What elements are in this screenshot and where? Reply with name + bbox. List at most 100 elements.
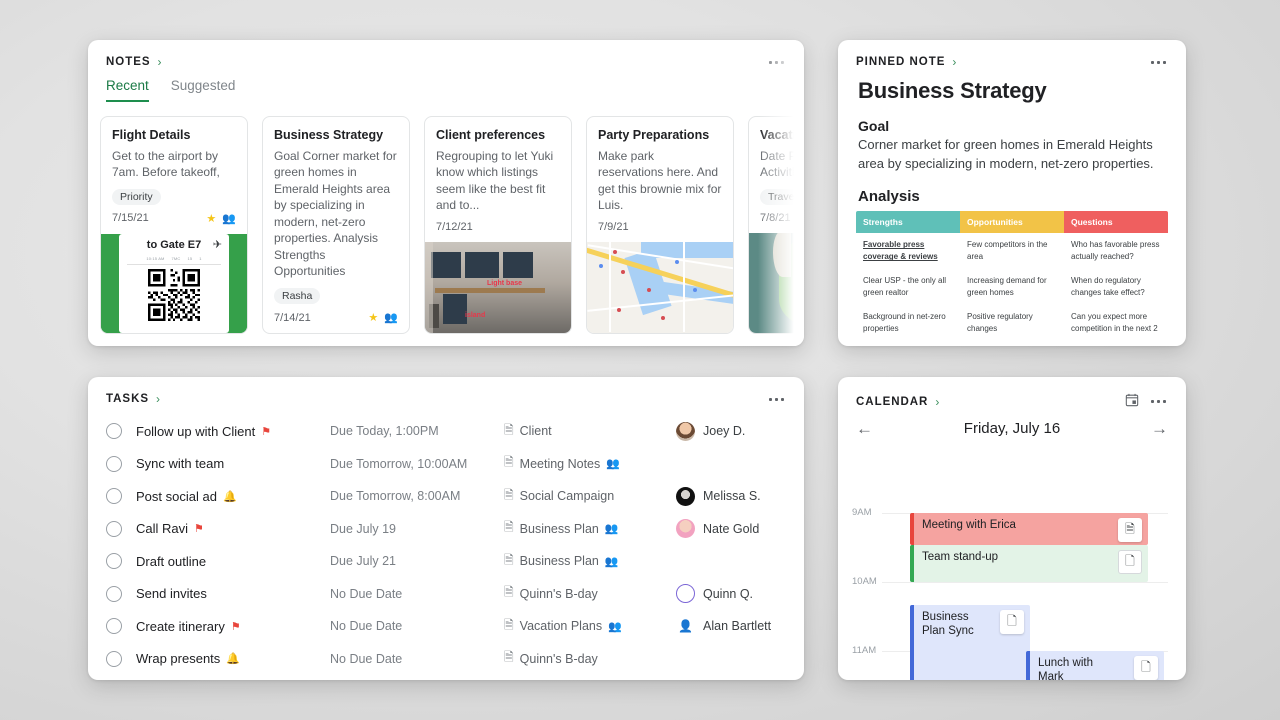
task-checkbox[interactable] bbox=[106, 456, 122, 472]
task-list: 🗎Meeting Notes👥 bbox=[504, 453, 676, 474]
calendar-overflow-button[interactable] bbox=[1149, 396, 1168, 407]
note-text: Date Place Lodging Activities 5/2 bbox=[760, 148, 804, 181]
note-card-body: Vacation Itinerary Date Place Lodging Ac… bbox=[749, 117, 804, 205]
calendar-add-icon[interactable] bbox=[1125, 393, 1139, 410]
note-card-body: Party Preparations Make park reservation… bbox=[587, 117, 733, 214]
task-checkbox[interactable] bbox=[106, 553, 122, 569]
doc-icon: 🗎 bbox=[504, 453, 514, 474]
table-header-cell: Opportunities bbox=[960, 211, 1064, 234]
calendar-event[interactable]: Team stand-up 🗋 bbox=[910, 545, 1148, 582]
table-row[interactable]: Sync with team Due Tomorrow, 10:00AM 🗎Me… bbox=[88, 448, 804, 481]
tasks-overflow-button[interactable] bbox=[767, 394, 786, 405]
note-text: Make park reservations here. And get thi… bbox=[598, 148, 722, 214]
note-footer: 7/12/21 bbox=[425, 214, 571, 242]
note-card[interactable]: Business Strategy Goal Corner market for… bbox=[262, 116, 410, 334]
notes-panel: NOTES › Recent Suggested Flight Details … bbox=[88, 40, 804, 346]
event-title: Lunch with Mark bbox=[1038, 656, 1110, 680]
flag-icon: ⚑ bbox=[261, 425, 271, 438]
table-cell: Favorable press coverage & reviews bbox=[856, 233, 960, 269]
note-title: Party Preparations bbox=[598, 128, 722, 144]
calendar-header: CALENDAR › bbox=[838, 377, 1186, 410]
note-tag[interactable]: Travel bbox=[760, 189, 804, 205]
table-cell: Background in net-zero properties bbox=[856, 305, 960, 341]
table-cell: When do regulatory changes take effect? bbox=[1064, 269, 1168, 305]
calendar-event[interactable]: Meeting with Erica 🗎 bbox=[910, 513, 1148, 545]
task-checkbox[interactable] bbox=[106, 521, 122, 537]
note-card-body: Flight Details Get to the airport by 7am… bbox=[101, 117, 247, 205]
calendar-grid: 9AM 10AM 11AM 12PM Meeting with Erica 🗎 … bbox=[838, 445, 1186, 673]
pinned-title: PINNED NOTE bbox=[856, 56, 945, 68]
note-tag[interactable]: Priority bbox=[112, 189, 161, 205]
note-footer-icons: ★ 👥 bbox=[206, 212, 236, 225]
group-icon: 👥 bbox=[606, 457, 620, 470]
docs-icon[interactable]: 🗋 bbox=[1000, 610, 1024, 634]
task-checkbox[interactable] bbox=[106, 423, 122, 439]
bell-icon: 🔔 bbox=[226, 652, 240, 665]
photo-label: Light base bbox=[487, 280, 522, 287]
note-footer: 7/15/21 ★ 👥 bbox=[101, 205, 247, 234]
star-icon: ★ bbox=[206, 212, 216, 225]
hour-label: 9AM bbox=[852, 507, 872, 518]
task-list: 🗎Vacation Plans👥 bbox=[504, 616, 676, 637]
tasks-list: Follow up with Client⚑ Due Today, 1:00PM… bbox=[88, 405, 804, 675]
dashboard: NOTES › Recent Suggested Flight Details … bbox=[0, 0, 1280, 720]
task-checkbox[interactable] bbox=[106, 488, 122, 504]
table-row[interactable]: Draft outline Due July 21 🗎Business Plan… bbox=[88, 545, 804, 578]
task-assignee: Joey D. bbox=[676, 422, 786, 441]
task-assignee: Melissa S. bbox=[676, 487, 786, 506]
table-cell: Clear USP - the only all green realtor bbox=[856, 269, 960, 305]
note-icon[interactable]: 🗎 bbox=[1118, 518, 1142, 542]
calendar-nav: ← Friday, July 16 → bbox=[838, 410, 1186, 445]
kitchen-photo-image: Light base island bbox=[425, 242, 571, 333]
tasks-title-group[interactable]: TASKS › bbox=[106, 393, 161, 405]
note-tag[interactable]: Rasha bbox=[274, 288, 320, 304]
calendar-event[interactable]: Lunch with Mark 🗋 bbox=[1026, 651, 1164, 680]
pinned-overflow-button[interactable] bbox=[1149, 57, 1168, 68]
analysis-table: Strengths Opportunities Questions Favora… bbox=[856, 211, 1168, 342]
task-checkbox[interactable] bbox=[106, 651, 122, 667]
task-due: Due Tomorrow, 8:00AM bbox=[330, 489, 504, 503]
chevron-right-icon[interactable]: › bbox=[156, 393, 161, 405]
next-day-button[interactable]: → bbox=[1151, 420, 1168, 437]
doc-icon: 🗎 bbox=[504, 486, 514, 507]
task-due: Due July 19 bbox=[330, 522, 504, 536]
chevron-right-icon[interactable]: › bbox=[935, 396, 940, 408]
note-title: Business Strategy bbox=[274, 128, 398, 144]
goal-label: Goal bbox=[838, 104, 1186, 136]
notes-tabs: Recent Suggested bbox=[88, 68, 804, 102]
notes-card-strip[interactable]: Flight Details Get to the airport by 7am… bbox=[88, 102, 804, 334]
table-row[interactable]: Call Ravi⚑ Due July 19 🗎Business Plan👥 N… bbox=[88, 513, 804, 546]
boarding-pass-gate: to Gate E7 bbox=[147, 239, 201, 251]
notes-title-group[interactable]: NOTES › bbox=[106, 56, 163, 68]
task-checkbox[interactable] bbox=[106, 618, 122, 634]
table-row[interactable]: Post social ad🔔 Due Tomorrow, 8:00AM 🗎So… bbox=[88, 480, 804, 513]
pinned-title-group[interactable]: PINNED NOTE › bbox=[856, 56, 957, 68]
add-note-icon[interactable]: 🗋 bbox=[1118, 550, 1142, 574]
note-date: 7/14/21 bbox=[274, 312, 311, 324]
calendar-title-group[interactable]: CALENDAR › bbox=[856, 396, 940, 408]
tab-recent[interactable]: Recent bbox=[106, 78, 149, 102]
note-card[interactable]: Vacation Itinerary Date Place Lodging Ac… bbox=[748, 116, 804, 334]
note-card[interactable]: Party Preparations Make park reservation… bbox=[586, 116, 734, 334]
table-row[interactable]: Wrap presents🔔 No Due Date 🗎Quinn's B-da… bbox=[88, 643, 804, 676]
calendar-event[interactable]: Business Plan Sync 🗋 bbox=[910, 605, 1030, 680]
pinned-note-panel: PINNED NOTE › Business Strategy Goal Cor… bbox=[838, 40, 1186, 346]
prev-day-button[interactable]: ← bbox=[856, 420, 873, 437]
tasks-title: TASKS bbox=[106, 393, 149, 405]
docs-icon[interactable]: 🗋 bbox=[1134, 656, 1158, 680]
note-card[interactable]: Client preferences Regrouping to let Yuk… bbox=[424, 116, 572, 334]
notes-overflow-button[interactable] bbox=[767, 57, 786, 68]
note-card[interactable]: Flight Details Get to the airport by 7am… bbox=[100, 116, 248, 334]
table-row[interactable]: Send invites No Due Date 🗎Quinn's B-day … bbox=[88, 578, 804, 611]
chevron-right-icon[interactable]: › bbox=[952, 56, 957, 68]
task-assignee: Nate Gold bbox=[676, 519, 786, 538]
coast-map-image bbox=[749, 233, 804, 333]
calendar-panel: CALENDAR › ← Friday, July 16 bbox=[838, 377, 1186, 680]
chevron-right-icon[interactable]: › bbox=[158, 56, 163, 68]
note-footer: 7/9/21 bbox=[587, 214, 733, 242]
flag-icon: ⚑ bbox=[231, 620, 241, 633]
task-checkbox[interactable] bbox=[106, 586, 122, 602]
table-row[interactable]: Follow up with Client⚑ Due Today, 1:00PM… bbox=[88, 415, 804, 448]
tab-suggested[interactable]: Suggested bbox=[171, 78, 236, 102]
table-row[interactable]: Create itinerary⚑ No Due Date 🗎Vacation … bbox=[88, 610, 804, 643]
